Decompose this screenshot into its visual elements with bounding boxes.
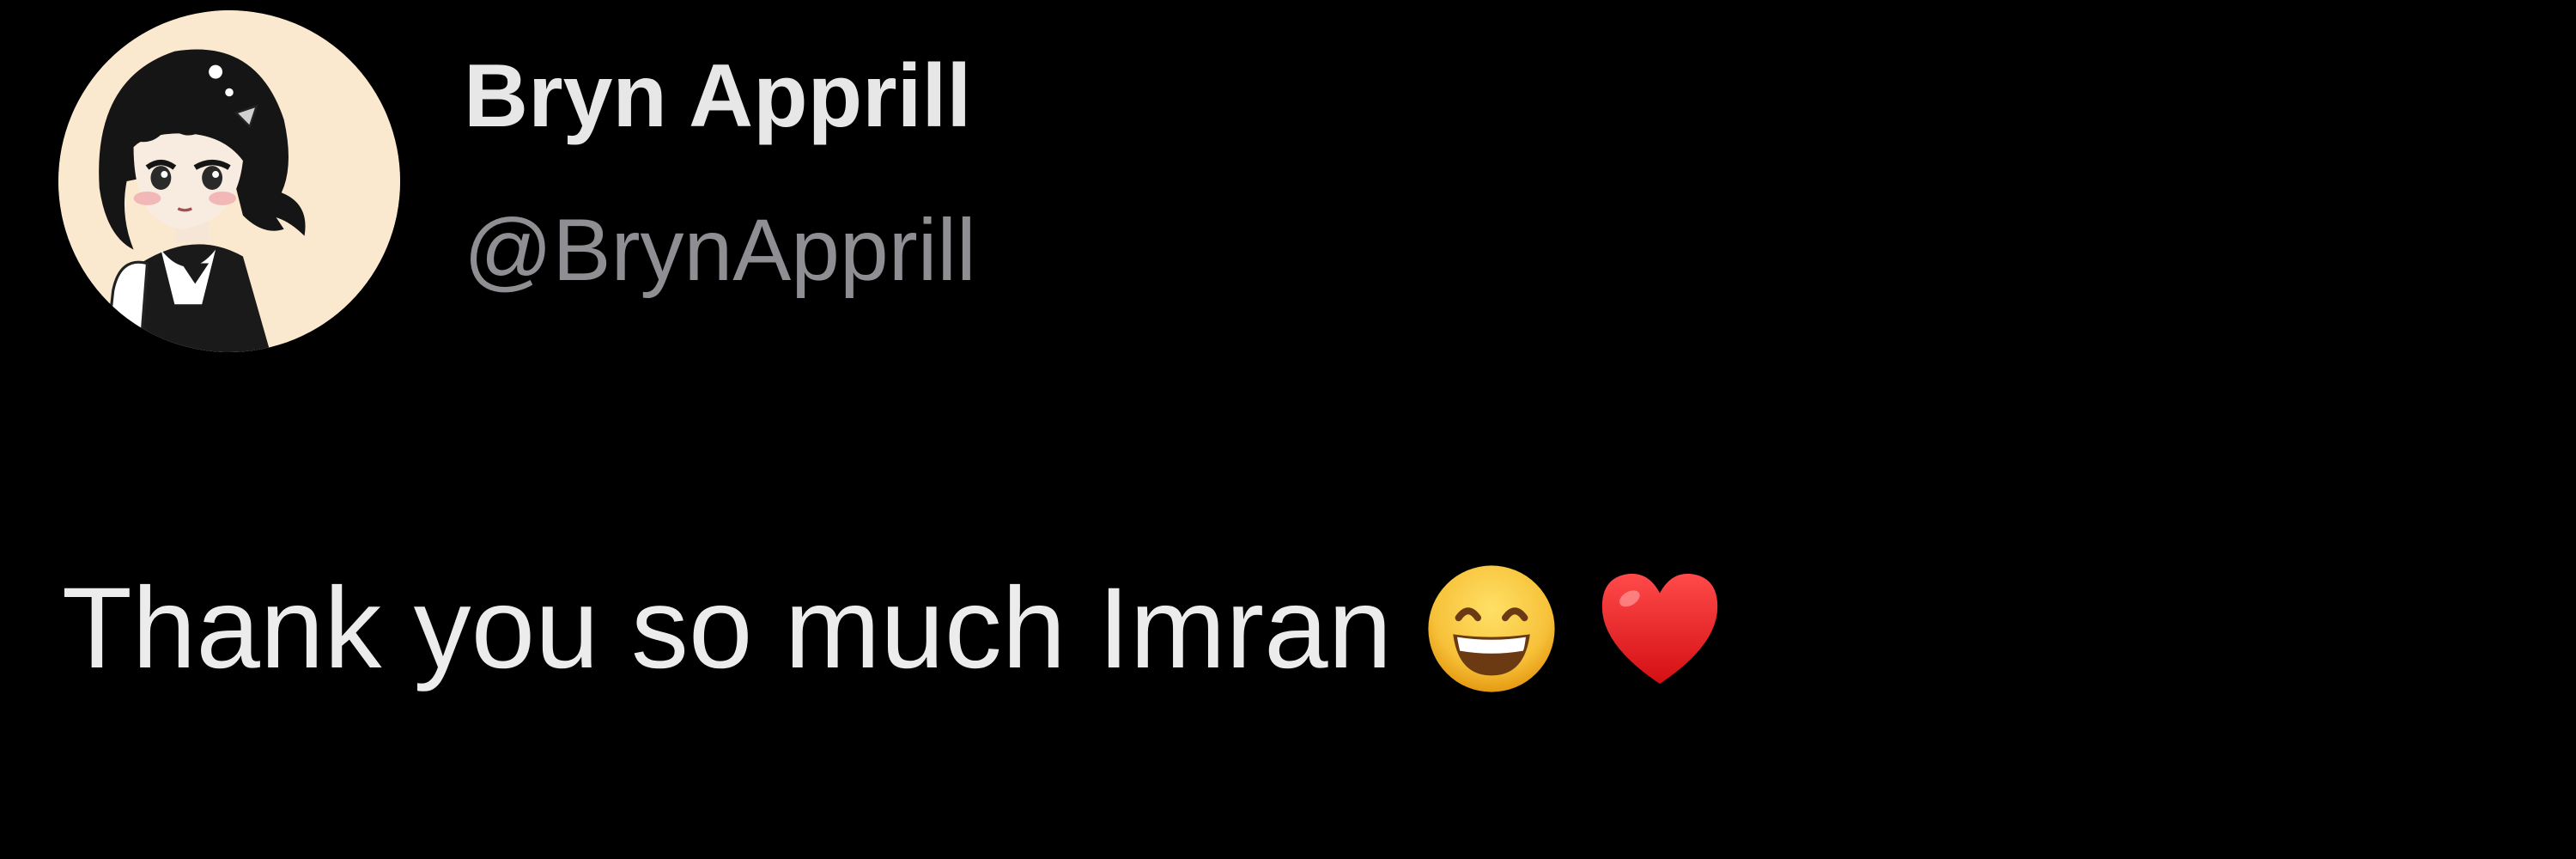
author-display-name[interactable]: Bryn Apprill <box>464 52 971 141</box>
tweet-body: Thank you so much Imran <box>62 564 1393 692</box>
grinning-face-smiling-eyes-icon <box>1423 560 1560 698</box>
tweet-text: Thank you so much Imran <box>62 560 1728 698</box>
red-heart-icon <box>1591 560 1728 698</box>
avatar[interactable] <box>58 10 400 352</box>
tweet-card: Bryn Apprill @BrynApprill Thank you so m… <box>0 0 2576 859</box>
author-handle[interactable]: @BrynApprill <box>464 206 976 294</box>
anime-girl-avatar-icon <box>58 10 400 352</box>
